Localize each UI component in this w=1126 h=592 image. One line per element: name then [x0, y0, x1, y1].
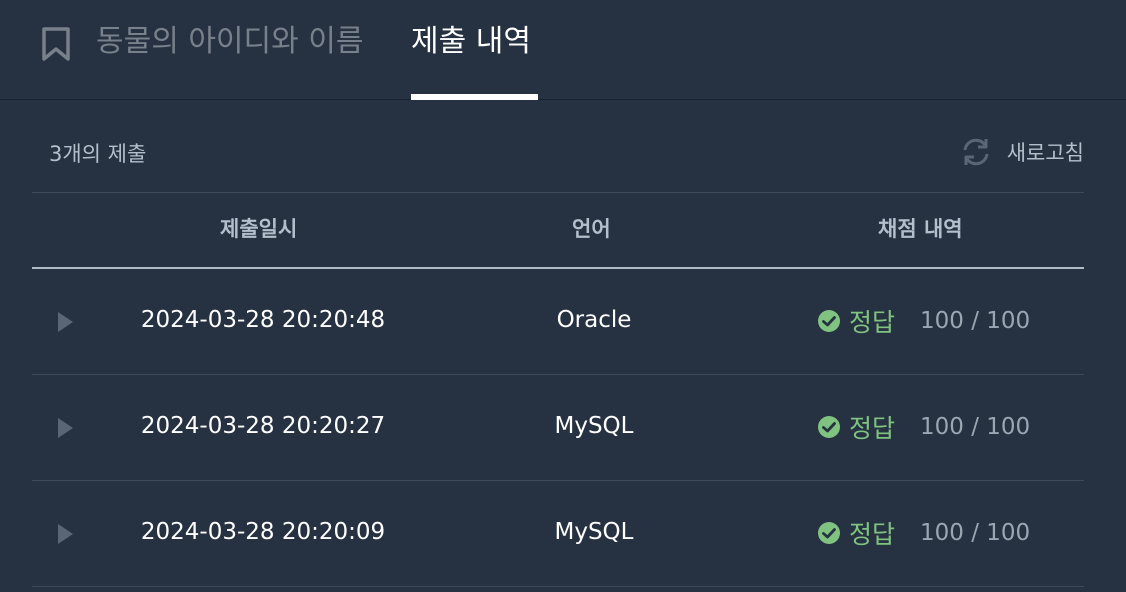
refresh-label: 새로고침 [1006, 141, 1084, 165]
result-label: 정답 [849, 414, 896, 443]
table-row[interactable]: 2024-03-28 20:20:48 Oracle 정답 100 / 100 [32, 269, 1084, 375]
column-header-date: 제출일시 [220, 217, 298, 241]
submission-result: 정답 100 / 100 [817, 515, 1030, 551]
table-row[interactable]: 2024-03-28 20:20:09 MySQL 정답 100 / 100 [32, 481, 1084, 587]
submission-language: MySQL [554, 519, 634, 545]
result-label: 정답 [849, 308, 896, 337]
submission-result: 정답 100 / 100 [817, 303, 1030, 339]
submission-datetime: 2024-03-28 20:20:27 [140, 413, 386, 439]
score: 100 / 100 [920, 520, 1031, 546]
bookmark-icon[interactable] [40, 26, 72, 62]
result-label: 정답 [849, 520, 896, 549]
active-tab-indicator [411, 94, 538, 100]
table-header: 제출일시 언어 채점 내역 [32, 192, 1084, 269]
tab-problem-description[interactable]: 동물의 아이디와 이름 [96, 22, 363, 62]
tab-submission-history[interactable]: 제출 내역 [411, 22, 531, 62]
score: 100 / 100 [920, 414, 1031, 440]
column-header-result: 채점 내역 [878, 217, 963, 241]
check-circle-icon [818, 310, 840, 332]
submission-language: MySQL [554, 413, 634, 439]
check-circle-icon [818, 416, 840, 438]
submission-language: Oracle [556, 307, 632, 333]
column-header-language: 언어 [572, 217, 611, 241]
submission-count: 3개의 제출 [49, 142, 147, 166]
submission-table: 제출일시 언어 채점 내역 2024-03-28 20:20:48 Oracle… [32, 192, 1084, 587]
problem-header: 동물의 아이디와 이름 제출 내역 [0, 0, 1126, 100]
refresh-icon [963, 138, 989, 166]
submission-summary: 3개의 제출 새로고침 [32, 130, 1084, 174]
check-circle-icon [818, 522, 840, 544]
submission-datetime: 2024-03-28 20:20:48 [140, 307, 386, 333]
table-row[interactable]: 2024-03-28 20:20:27 MySQL 정답 100 / 100 [32, 375, 1084, 481]
refresh-button[interactable]: 새로고침 [959, 134, 1084, 170]
score: 100 / 100 [920, 308, 1031, 334]
submission-datetime: 2024-03-28 20:20:09 [140, 519, 386, 545]
submission-result: 정답 100 / 100 [817, 409, 1030, 445]
